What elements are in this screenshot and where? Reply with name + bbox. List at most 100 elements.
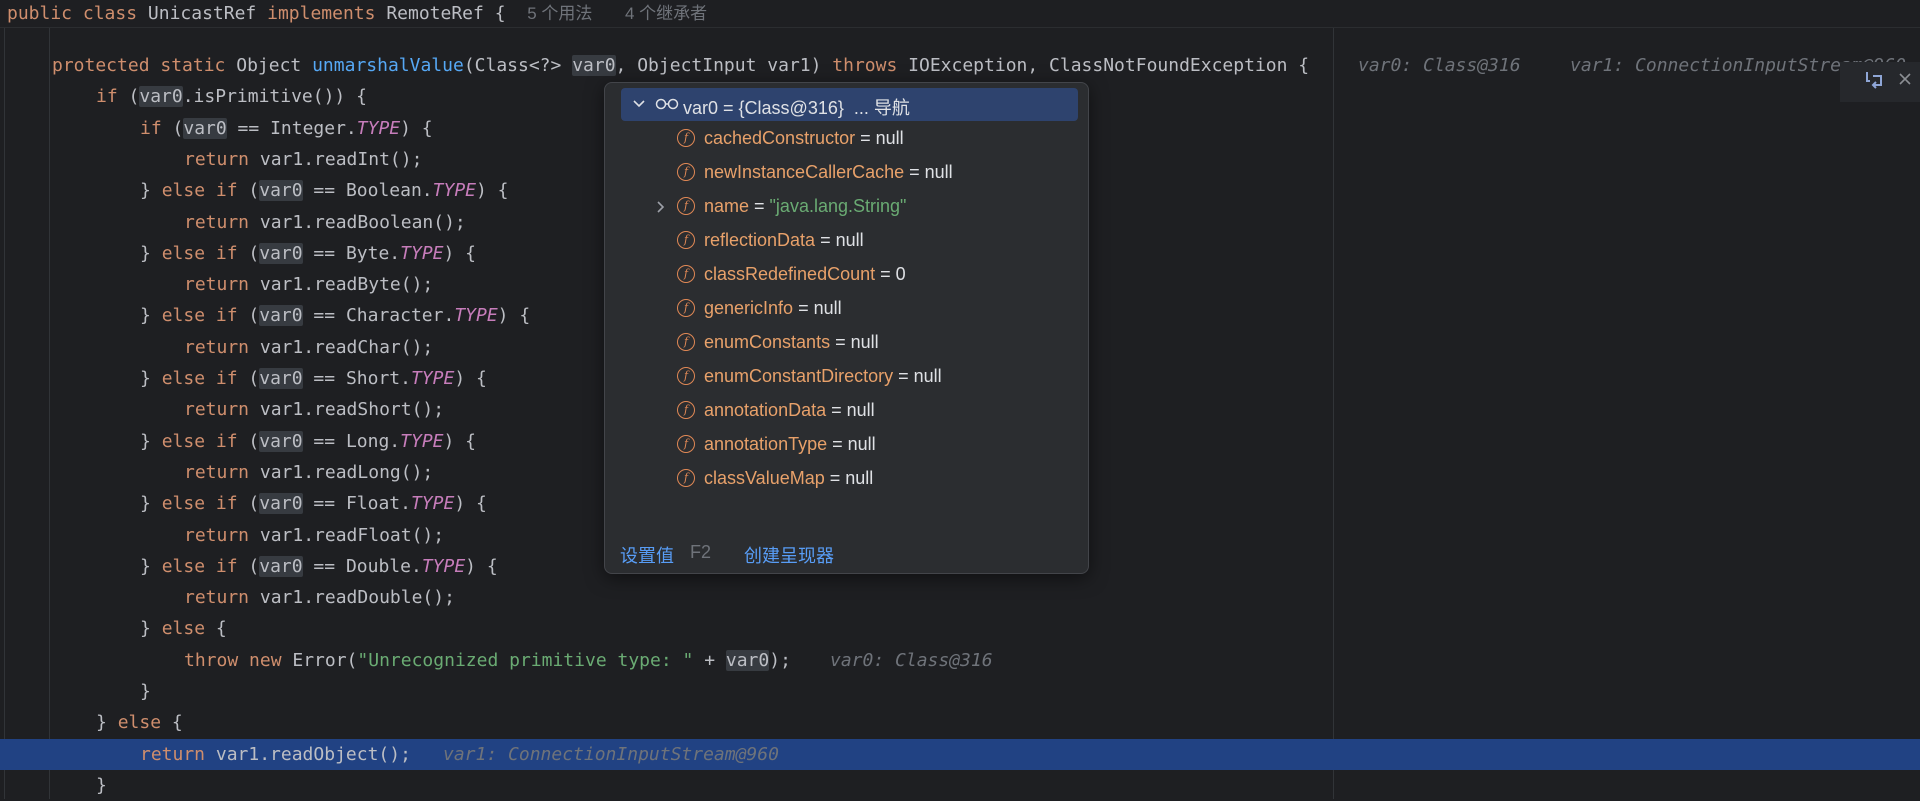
set-value-link[interactable]: 设置值 <box>620 542 674 568</box>
field-name: annotationType <box>704 434 828 454</box>
debug-value-popup[interactable]: var0 = {Class@316} ... 导航 f cachedConstru… <box>604 82 1089 574</box>
code-text: } else { <box>96 707 183 738</box>
field-name: classRedefinedCount <box>704 264 876 284</box>
code-token: var1.readDouble(); <box>259 587 455 609</box>
code-token: { <box>215 618 227 640</box>
class-header: public class UnicastRef implements Remot… <box>0 0 1920 28</box>
field-equals: = <box>793 298 814 318</box>
field-equals: = <box>875 264 896 284</box>
code-token: TYPE <box>400 430 444 452</box>
code-token: var1.readInt(); <box>259 148 423 170</box>
code-token: { <box>171 712 183 734</box>
field-row-classValueMap[interactable]: f classValueMap = null <box>605 462 1085 496</box>
highlighted-variable[interactable]: var0 <box>259 368 303 389</box>
chevron-down-icon[interactable] <box>631 93 647 113</box>
code-token: else <box>161 618 216 640</box>
code-token: ) { <box>443 242 477 264</box>
code-token: ) { <box>476 180 509 202</box>
code-token: ) { <box>497 305 531 327</box>
highlighted-variable[interactable]: var0 <box>572 55 616 76</box>
code-line[interactable]: return var1.readDouble(); <box>0 582 1920 613</box>
code-token: Object <box>236 55 313 76</box>
code-text: throw new Error("Unrecognized primitive … <box>184 645 791 676</box>
field-icon: f <box>677 401 695 419</box>
code-token: ( <box>248 305 260 327</box>
code-line[interactable]: } else { <box>0 613 1920 644</box>
highlighted-variable[interactable]: var0 <box>183 117 227 139</box>
field-value: null <box>846 400 875 420</box>
reload-icon[interactable] <box>1862 68 1886 92</box>
field-row-newInstanceCallerCache[interactable]: f newInstanceCallerCache = null <box>605 156 1085 190</box>
field-row-annotationType[interactable]: f annotationType = null <box>605 428 1085 462</box>
code-token: return <box>184 211 260 233</box>
create-renderer-link[interactable]: 创建呈现器 <box>744 542 834 568</box>
code-token: throw new <box>184 649 293 671</box>
code-token: } <box>140 493 162 515</box>
code-line[interactable]: } <box>0 770 1920 801</box>
field-equals: = <box>824 468 846 488</box>
code-text: return var1.readBoolean(); <box>184 207 466 238</box>
popup-root-node[interactable]: var0 = {Class@316} ... 导航 <box>621 88 1078 121</box>
highlighted-variable[interactable]: var0 <box>259 242 303 264</box>
close-icon[interactable] <box>1894 68 1916 90</box>
highlighted-variable[interactable]: var0 <box>139 86 183 108</box>
field-row-classRedefinedCount[interactable]: f classRedefinedCount = 0 <box>605 258 1085 292</box>
chevron-right-icon[interactable] <box>655 198 667 216</box>
code-token: ( <box>128 86 140 108</box>
code-line[interactable]: } else { <box>0 707 1920 738</box>
field-value: null <box>847 434 876 454</box>
navigate-link[interactable]: ... 导航 <box>854 98 910 118</box>
code-token: TYPE <box>400 242 444 264</box>
code-text: } else { <box>140 613 227 644</box>
code-token: "Unrecognized primitive type: " <box>357 649 694 671</box>
code-token: , ObjectInput var1) <box>615 55 833 76</box>
field-icon: f <box>677 435 695 453</box>
field-icon: f <box>677 333 695 351</box>
usages-link[interactable]: 5 个用法 <box>527 4 592 23</box>
code-token: else <box>117 712 172 734</box>
glasses-icon <box>655 98 679 110</box>
field-row-enumConstants[interactable]: f enumConstants = null <box>605 326 1085 360</box>
code-token: ( <box>172 117 184 139</box>
field-name: classValueMap <box>704 468 825 488</box>
code-token: Error( <box>292 649 358 671</box>
code-line[interactable]: protected static Object unmarshalValue(C… <box>0 50 1920 81</box>
field-icon: f <box>677 469 695 487</box>
code-token: == Character. <box>302 305 455 327</box>
code-token: == Boolean. <box>302 180 433 202</box>
code-token: } <box>140 430 162 452</box>
field-row-enumConstantDirectory[interactable]: f enumConstantDirectory = null <box>605 360 1085 394</box>
highlighted-variable[interactable]: var0 <box>259 180 303 202</box>
code-token: var1.readByte(); <box>259 274 434 296</box>
highlighted-variable[interactable]: var0 <box>259 493 303 515</box>
field-row-genericInfo[interactable]: f genericInfo = null <box>605 292 1085 326</box>
class-name[interactable]: UnicastRef <box>148 3 256 24</box>
code-token: var1.readLong(); <box>259 461 434 483</box>
code-token: return <box>184 461 260 483</box>
code-token: } <box>96 712 118 734</box>
highlighted-variable[interactable]: var0 <box>259 305 303 327</box>
inheritors-link[interactable]: 4 个继承者 <box>625 4 707 23</box>
interface-name[interactable]: RemoteRef { <box>386 3 505 24</box>
field-icon: f <box>677 129 695 147</box>
code-token: TYPE <box>410 368 455 389</box>
field-row-reflectionData[interactable]: f reflectionData = null <box>605 224 1085 258</box>
code-token: ( <box>248 430 260 452</box>
current-execution-line[interactable]: return var1.readObject(); var1: Connectio… <box>0 738 1920 770</box>
code-text: return var1.readShort(); <box>184 394 444 425</box>
code-text: } else if (var0 == Boolean.TYPE) { <box>140 175 509 206</box>
field-icon: f <box>677 163 695 181</box>
code-token: ) { <box>465 555 498 577</box>
code-line[interactable]: } <box>0 676 1920 707</box>
field-row-annotationData[interactable]: f annotationData = null <box>605 394 1085 428</box>
highlighted-variable[interactable]: var0 <box>259 430 303 452</box>
code-line[interactable]: throw new Error("Unrecognized primitive … <box>0 645 1920 676</box>
field-row-name[interactable]: f name = "java.lang.String" <box>605 190 1085 224</box>
code-token: TYPE <box>410 493 455 515</box>
highlighted-variable[interactable]: var0 <box>259 555 303 577</box>
code-token: ) { <box>443 430 477 452</box>
highlighted-variable[interactable]: var0 <box>725 649 770 671</box>
field-row-cachedConstructor[interactable]: f cachedConstructor = null <box>605 122 1085 156</box>
code-token: IOException, ClassNotFoundException { <box>908 55 1310 76</box>
field-value: null <box>813 298 842 318</box>
